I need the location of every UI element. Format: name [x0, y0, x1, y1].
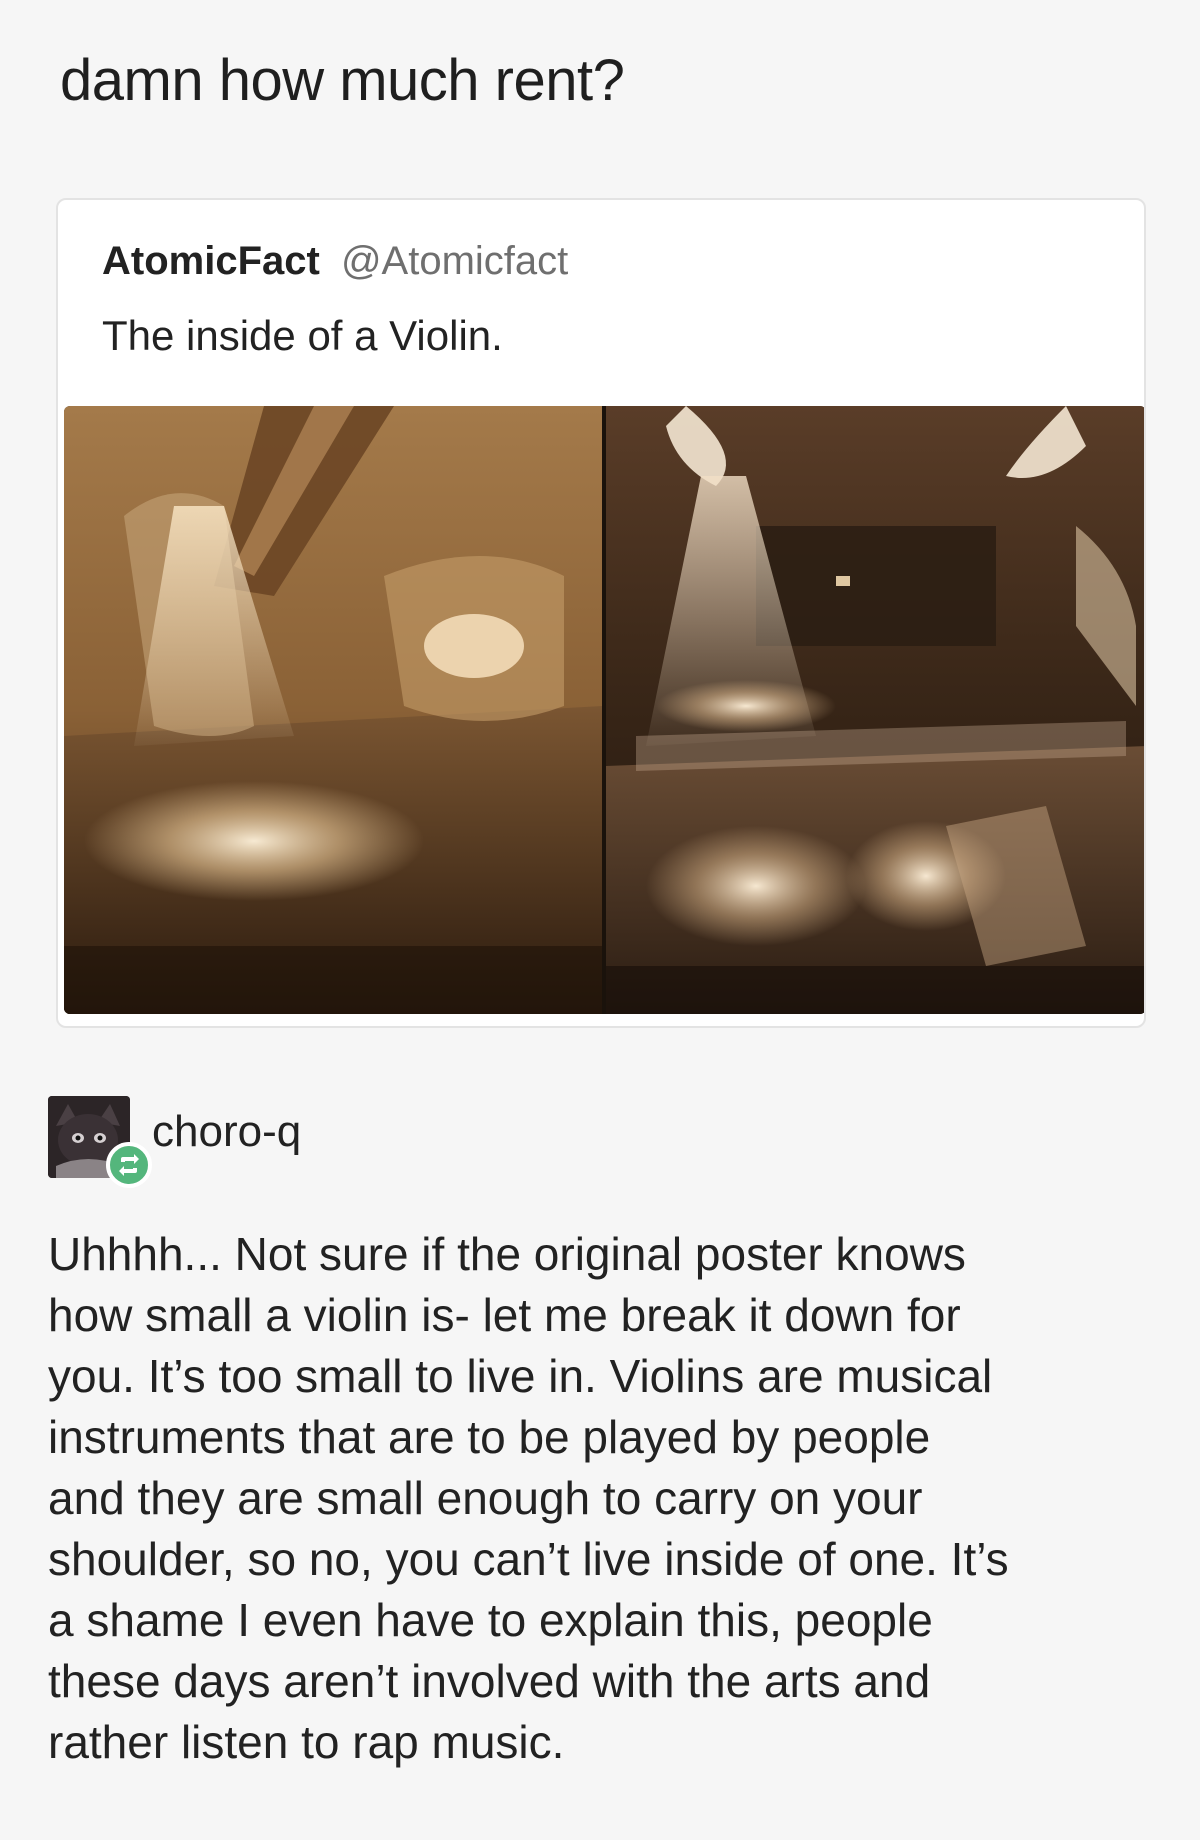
- violin-interior-photo-right[interactable]: [606, 406, 1144, 1014]
- quoted-tweet-media: [64, 406, 1144, 1014]
- quoted-tweet-header: AtomicFact @Atomicfact: [102, 236, 568, 286]
- violin-interior-photo-left[interactable]: [64, 406, 602, 1014]
- reblog-icon: [106, 1142, 152, 1188]
- quoted-tweet-card[interactable]: AtomicFact @Atomicfact The inside of a V…: [56, 198, 1146, 1028]
- reply-username[interactable]: choro-q: [152, 1106, 301, 1159]
- quoted-tweet-handle[interactable]: @Atomicfact: [341, 239, 568, 283]
- quoted-tweet-author[interactable]: AtomicFact: [102, 239, 320, 283]
- top-comment: damn how much rent?: [60, 48, 625, 113]
- post-screenshot: damn how much rent? AtomicFact @Atomicfa…: [0, 0, 1200, 1840]
- quoted-tweet-text: The inside of a Violin.: [102, 312, 503, 359]
- reply-body-text: Uhhhh... Not sure if the original poster…: [48, 1228, 1009, 1768]
